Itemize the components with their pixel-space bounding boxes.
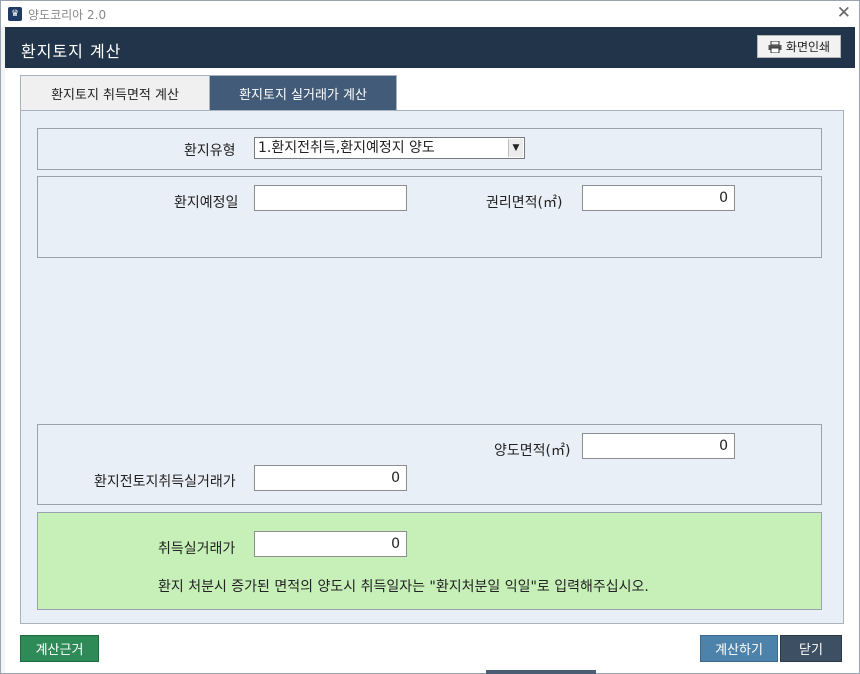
close-button[interactable]: 닫기 — [780, 635, 842, 662]
scheduled-date-label: 환지예정일 — [174, 195, 239, 211]
app-window: ♛ 양도코리아 2.0 ✕ 환지토지 계산 화면인쇄 환지토지 취득면적 계산 … — [0, 0, 860, 674]
tab-content: 환지유형 1.환지전취득,환지예정지 양도 ▼ 환지예정일 권리면적(㎡) 0 … — [20, 110, 844, 624]
chevron-down-icon: ▼ — [508, 139, 523, 157]
window-close-icon[interactable]: ✕ — [837, 3, 851, 23]
dialog-header: 환지토지 계산 화면인쇄 — [5, 27, 855, 68]
app-title: 양도코리아 2.0 — [28, 8, 107, 22]
rights-area-label: 권리면적(㎡) — [486, 195, 563, 211]
type-select-value: 1.환지전취득,환지예정지 양도 — [258, 140, 435, 156]
title-bar: ♛ 양도코리아 2.0 ✕ — [1, 1, 859, 27]
acquisition-price-input[interactable]: 0 — [254, 531, 407, 557]
print-screen-button[interactable]: 화면인쇄 — [757, 35, 841, 58]
calculation-basis-button[interactable]: 계산근거 — [20, 635, 99, 662]
background-strip — [486, 670, 596, 674]
tab-acquisition-area[interactable]: 환지토지 취득면적 계산 — [20, 75, 210, 110]
tab-actual-price[interactable]: 환지토지 실거래가 계산 — [209, 75, 397, 110]
tab-label: 환지토지 실거래가 계산 — [239, 87, 367, 103]
pre-acquisition-price-label: 환지전토지취득실거래가 — [94, 474, 236, 490]
transfer-area-label: 양도면적(㎡) — [494, 443, 571, 459]
app-logo-icon: ♛ — [8, 7, 22, 21]
left-edge — [1, 27, 5, 673]
transfer-area-input[interactable]: 0 — [582, 433, 735, 459]
type-select[interactable]: 1.환지전취득,환지예정지 양도 ▼ — [254, 137, 525, 159]
printer-icon — [768, 40, 782, 53]
dialog-title: 환지토지 계산 — [21, 42, 122, 61]
pre-acquisition-price-input[interactable]: 0 — [254, 465, 407, 491]
rights-area-input[interactable]: 0 — [582, 185, 735, 211]
price-panel: 양도면적(㎡) 0 환지전토지취득실거래가 0 — [37, 424, 822, 505]
tab-label: 환지토지 취득면적 계산 — [51, 87, 179, 103]
instruction-note: 환지 처분시 증가된 면적의 양도시 취득일자는 "환지처분일 익일"로 입력해… — [158, 579, 649, 595]
type-label: 환지유형 — [184, 143, 236, 159]
result-panel: 취득실거래가 0 환지 처분시 증가된 면적의 양도시 취득일자는 "환지처분일… — [37, 512, 822, 610]
type-panel: 환지유형 1.환지전취득,환지예정지 양도 ▼ — [37, 128, 822, 170]
scheduled-date-input[interactable] — [254, 185, 407, 211]
print-screen-label: 화면인쇄 — [785, 40, 831, 54]
calculate-button[interactable]: 계산하기 — [700, 635, 778, 662]
date-area-panel: 환지예정일 권리면적(㎡) 0 — [37, 176, 822, 258]
acquisition-price-label: 취득실거래가 — [158, 541, 236, 557]
